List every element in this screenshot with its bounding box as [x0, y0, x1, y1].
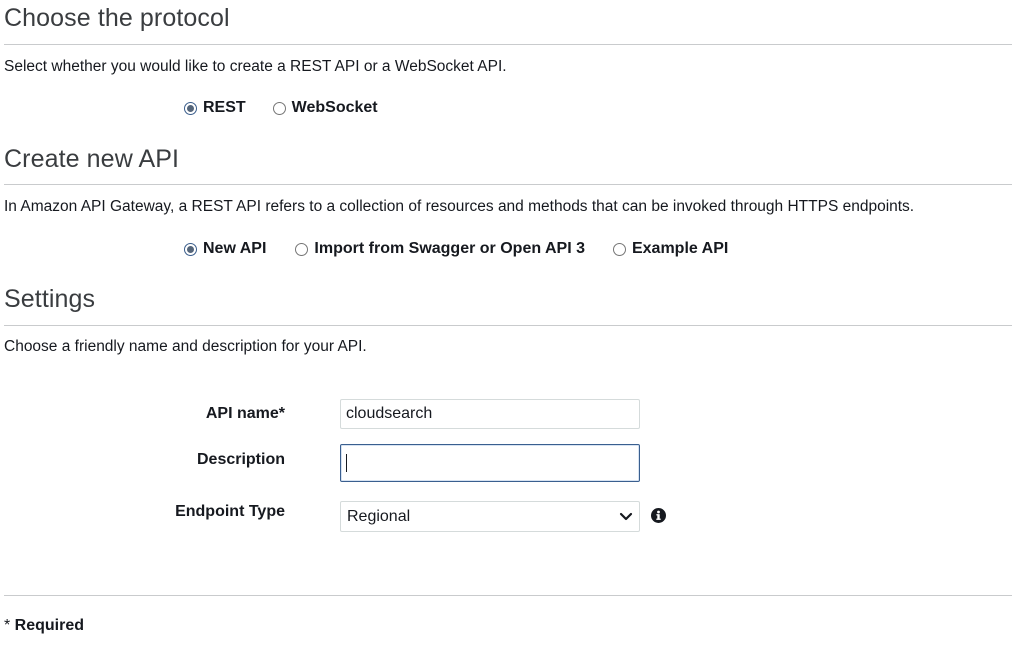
radio-rest-label: REST: [203, 99, 246, 116]
radio-example-api-control[interactable]: [612, 242, 626, 256]
endpoint-type-value: Regional: [347, 507, 411, 525]
radio-rest[interactable]: REST: [184, 99, 246, 117]
create-heading: Create new API: [4, 145, 180, 173]
api-name-input[interactable]: [340, 399, 640, 429]
protocol-radio-group: REST WebSocket: [184, 99, 378, 117]
endpoint-type-label: Endpoint Type: [175, 503, 285, 520]
radio-websocket-label: WebSocket: [291, 99, 378, 116]
text-cursor: [346, 454, 347, 472]
radio-example-api-label: Example API: [631, 240, 729, 257]
create-description: In Amazon API Gateway, a REST API refers…: [4, 198, 915, 215]
api-name-label: API name*: [205, 405, 285, 422]
radio-rest-control[interactable]: [184, 101, 197, 115]
radio-new-api-control[interactable]: [184, 242, 197, 256]
radio-websocket-control[interactable]: [272, 101, 286, 115]
protocol-heading: Choose the protocol: [4, 4, 230, 32]
protocol-divider: [4, 44, 1012, 45]
create-radio-group: New API Import from Swagger or Open API …: [184, 240, 728, 258]
endpoint-type-select[interactable]: Regional: [340, 501, 640, 532]
description-label: Description: [196, 451, 285, 468]
required-note: * Required: [4, 617, 84, 635]
settings-heading: Settings: [4, 285, 96, 313]
description-input[interactable]: [340, 444, 640, 482]
radio-new-api[interactable]: New API: [184, 240, 266, 258]
settings-description: Choose a friendly name and description f…: [4, 338, 367, 355]
footer-divider: [4, 595, 1012, 596]
radio-import-swagger[interactable]: Import from Swagger or Open API 3: [295, 240, 585, 258]
required-note-text: * Required: [4, 617, 85, 634]
radio-new-api-label: New API: [203, 240, 267, 257]
settings-divider: [4, 325, 1012, 326]
radio-import-swagger-label: Import from Swagger or Open API 3: [314, 240, 585, 257]
radio-websocket[interactable]: WebSocket: [272, 99, 378, 117]
create-divider: [4, 184, 1012, 185]
radio-example-api[interactable]: Example API: [612, 240, 729, 258]
info-icon[interactable]: [651, 508, 666, 523]
protocol-description: Select whether you would like to create …: [4, 58, 507, 75]
radio-import-swagger-control[interactable]: [295, 242, 309, 256]
chevron-down-icon: [619, 512, 633, 522]
